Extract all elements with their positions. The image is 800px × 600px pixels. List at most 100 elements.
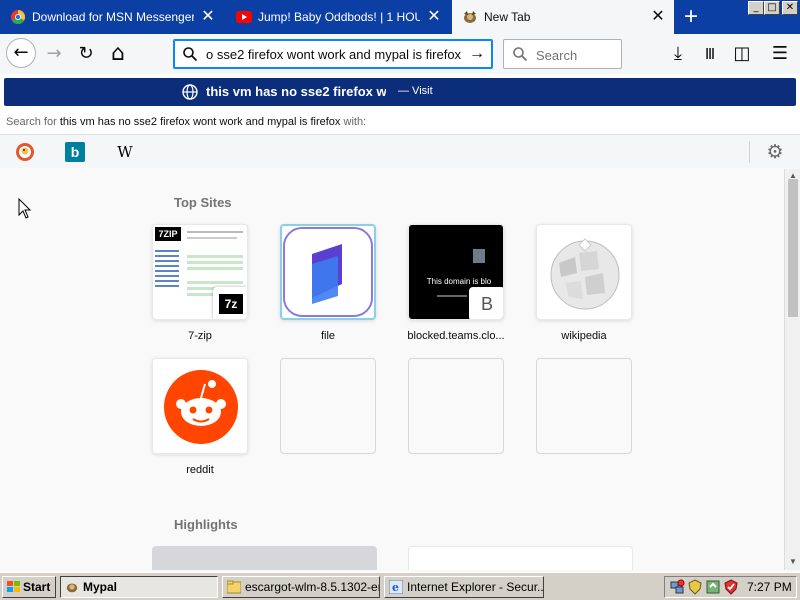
mypal-icon bbox=[462, 9, 478, 25]
task-label: Internet Explorer - Secur... bbox=[407, 580, 544, 594]
close-tab-icon[interactable]: ✕ bbox=[200, 9, 216, 25]
search-icon bbox=[513, 47, 528, 62]
top-site-blocked-teams[interactable]: This domain is blo B blocked.teams.clo..… bbox=[407, 224, 505, 342]
forward-button[interactable]: → bbox=[40, 40, 68, 68]
close-tab-icon[interactable]: ✕ bbox=[426, 9, 442, 25]
sidebar-links bbox=[155, 247, 179, 287]
suggestion-row[interactable]: this vm has no sse2 firefox wont work an… bbox=[4, 78, 796, 106]
windows-taskbar: Start Mypal escargot-wlm-8.5.1302-en e I… bbox=[0, 572, 800, 600]
system-clock: 7:27 PM bbox=[747, 580, 792, 594]
file-app-icon bbox=[283, 227, 373, 317]
page-scrollbar[interactable]: ▲ ▼ bbox=[784, 169, 800, 570]
wikipedia-globe-icon bbox=[550, 238, 620, 310]
globe-icon bbox=[182, 84, 198, 100]
taskbar-item-internet-explorer[interactable]: e Internet Explorer - Secur... bbox=[384, 576, 544, 598]
tab-new-tab[interactable]: New Tab ✕ bbox=[452, 0, 674, 34]
suggestion-text: this vm has no sse2 firefox wont work an… bbox=[206, 84, 386, 99]
page-text-line bbox=[437, 295, 467, 297]
mypal-icon bbox=[66, 583, 78, 593]
scroll-down-icon[interactable]: ▼ bbox=[788, 557, 798, 567]
taskbar-item-escargot[interactable]: escargot-wlm-8.5.1302-en bbox=[222, 576, 380, 598]
top-site-empty[interactable] bbox=[536, 358, 632, 454]
site-letter-badge: B bbox=[469, 287, 503, 319]
top-site-7zip[interactable]: 7ZIP 7z 7-zip bbox=[152, 224, 248, 342]
search-for-line: Search for this vm has no sse2 firefox w… bbox=[6, 116, 366, 128]
site-thumbnail bbox=[280, 224, 376, 320]
blocked-page-text: This domain is blo bbox=[426, 277, 492, 286]
highlight-card[interactable] bbox=[152, 546, 377, 570]
sevenzip-icon: 7z bbox=[213, 287, 247, 319]
page-text-line bbox=[187, 237, 237, 239]
go-arrow-icon[interactable]: → bbox=[466, 43, 488, 65]
antivirus-shield-icon[interactable] bbox=[723, 579, 739, 595]
navigation-toolbar: ← → ↻ ⌂ o sse2 firefox wont work and myp… bbox=[0, 34, 800, 74]
scroll-thumb[interactable] bbox=[788, 179, 798, 317]
sidebar-button[interactable]: ◫ bbox=[728, 40, 756, 68]
mouse-cursor-icon bbox=[18, 198, 32, 219]
downloads-button[interactable]: ⤓ bbox=[664, 40, 692, 68]
top-site-wikipedia[interactable]: wikipedia bbox=[536, 224, 632, 342]
bing-icon[interactable]: b bbox=[65, 142, 85, 162]
security-shield-icon[interactable] bbox=[687, 579, 703, 595]
reddit-icon bbox=[164, 370, 238, 444]
youtube-icon bbox=[236, 9, 252, 25]
tab-oddbods[interactable]: Jump! Baby Oddbods! | 1 HOUR! ✕ bbox=[226, 0, 450, 34]
new-tab-button[interactable]: + bbox=[676, 3, 706, 31]
tab-msn-download[interactable]: Download for MSN Messenger | Es ✕ bbox=[0, 0, 224, 34]
top-sites-heading: Top Sites bbox=[174, 195, 232, 210]
top-site-file[interactable]: file bbox=[280, 224, 376, 342]
site-thumbnail: This domain is blo B bbox=[408, 224, 504, 320]
windows-flag-icon bbox=[7, 581, 20, 592]
url-bar[interactable]: o sse2 firefox wont work and mypal is fi… bbox=[173, 39, 493, 69]
internet-explorer-icon: e bbox=[389, 580, 403, 594]
reload-button[interactable]: ↻ bbox=[72, 40, 100, 68]
search-for-prefix: Search for bbox=[6, 116, 57, 128]
close-tab-icon[interactable]: ✕ bbox=[650, 9, 666, 25]
empty-site-slot bbox=[536, 358, 632, 454]
search-placeholder: Search bbox=[536, 48, 578, 63]
url-input[interactable]: o sse2 firefox wont work and mypal is fi… bbox=[206, 47, 468, 62]
highlight-card[interactable] bbox=[408, 546, 633, 570]
start-button[interactable]: Start bbox=[2, 576, 56, 598]
highlights-heading: Highlights bbox=[174, 517, 238, 532]
back-button[interactable]: ← bbox=[6, 38, 36, 68]
home-button[interactable]: ⌂ bbox=[104, 40, 132, 68]
sevenzip-badge: 7z bbox=[219, 294, 243, 314]
wikipedia-icon[interactable]: W bbox=[115, 142, 135, 162]
tab-title: Jump! Baby Oddbods! | 1 HOUR! bbox=[258, 10, 420, 24]
sevenzip-logo: 7ZIP bbox=[155, 227, 181, 241]
site-label: reddit bbox=[186, 464, 214, 476]
site-label: file bbox=[320, 330, 336, 342]
url-suggestion-popup: this vm has no sse2 firefox wont work an… bbox=[0, 74, 800, 168]
task-label: escargot-wlm-8.5.1302-en bbox=[245, 580, 380, 594]
top-site-reddit[interactable]: reddit bbox=[152, 358, 248, 476]
system-tray: 7:27 PM bbox=[664, 576, 797, 598]
divider bbox=[749, 141, 750, 163]
duckduckgo-icon[interactable] bbox=[15, 142, 35, 162]
menu-button[interactable]: ☰ bbox=[766, 40, 794, 68]
minimize-button[interactable]: _ bbox=[748, 1, 764, 15]
maximize-button[interactable]: □ bbox=[764, 1, 780, 15]
download-table bbox=[187, 255, 243, 273]
empty-site-slot bbox=[280, 358, 376, 454]
page-text-line bbox=[187, 231, 243, 233]
close-window-button[interactable]: ✕ bbox=[782, 1, 798, 15]
library-button[interactable]: Ⅲ bbox=[696, 40, 724, 68]
tab-title: Download for MSN Messenger | Es bbox=[32, 10, 194, 24]
top-site-empty[interactable] bbox=[280, 358, 376, 454]
site-label: wikipedia bbox=[561, 330, 607, 342]
update-icon[interactable] bbox=[705, 579, 721, 595]
top-site-empty[interactable] bbox=[408, 358, 504, 454]
one-off-search-engines: b W ⚙ bbox=[0, 134, 800, 168]
gear-icon[interactable]: ⚙ bbox=[764, 141, 786, 163]
empty-site-slot bbox=[408, 358, 504, 454]
new-tab-content: Top Sites 7ZIP 7z 7-zip file This domain… bbox=[0, 169, 784, 570]
search-box[interactable]: Search bbox=[503, 39, 622, 69]
site-thumbnail: 7ZIP 7z bbox=[152, 224, 248, 320]
taskbar-item-mypal[interactable]: Mypal bbox=[60, 576, 218, 598]
chromium-icon bbox=[10, 9, 26, 25]
folder-icon bbox=[227, 580, 241, 594]
network-icon[interactable] bbox=[669, 579, 685, 595]
search-icon bbox=[183, 47, 198, 62]
site-thumbnail bbox=[536, 224, 632, 320]
